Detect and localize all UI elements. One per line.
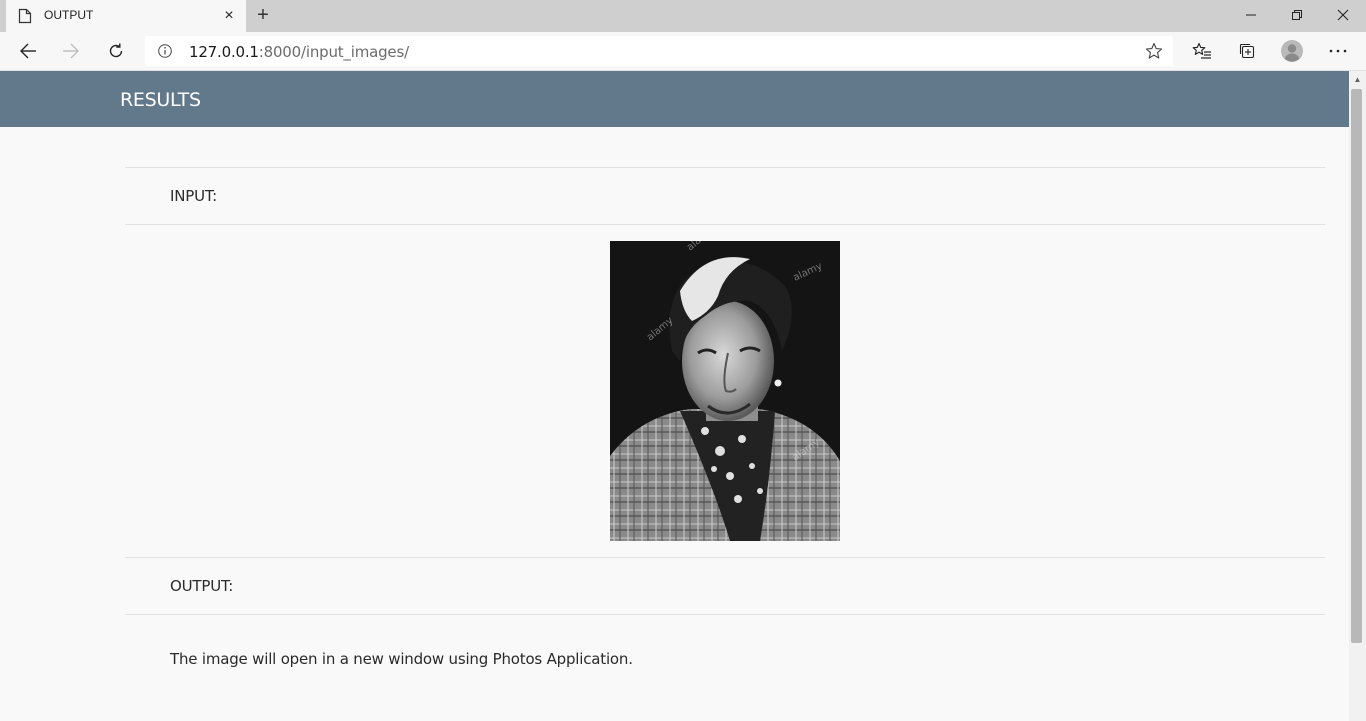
browser-toolbar: 127.0.0.1:8000/input_images/ (0, 32, 1366, 71)
output-label: OUTPUT: (170, 577, 234, 595)
scroll-up-icon[interactable]: ▲ (1353, 75, 1362, 84)
add-favorite-star-icon[interactable] (1145, 42, 1163, 60)
info-icon[interactable] (157, 43, 173, 59)
page-title: RESULTS (120, 89, 201, 111)
page-icon (18, 8, 32, 24)
refresh-icon[interactable] (101, 36, 131, 66)
more-options-icon[interactable] (1323, 36, 1353, 66)
divider (125, 224, 1325, 225)
profile-avatar-icon[interactable] (1277, 36, 1307, 66)
results-header: RESULTS (0, 71, 1349, 127)
input-label: INPUT: (170, 187, 218, 205)
close-tab-icon[interactable]: × (220, 7, 238, 25)
new-tab-icon[interactable]: + (252, 4, 274, 26)
browser-tab[interactable]: OUTPUT × (6, 0, 246, 32)
scrollbar-thumb[interactable] (1351, 89, 1362, 643)
tab-strip: OUTPUT × + (0, 0, 1366, 32)
output-message: The image will open in a new window usin… (170, 650, 633, 668)
tab-title: OUTPUT (44, 8, 94, 22)
forward-icon[interactable] (56, 36, 86, 66)
vertical-scrollbar[interactable]: ▲ (1349, 71, 1366, 721)
divider (125, 167, 1325, 168)
favorites-icon[interactable] (1187, 36, 1217, 66)
url-text[interactable]: 127.0.0.1:8000/input_images/ (189, 43, 409, 61)
url-host: 127.0.0.1 (189, 43, 259, 61)
minimize-icon[interactable] (1228, 0, 1274, 30)
page-viewport: RESULTS INPUT: alamy alamy alamy OUTPUT:… (0, 71, 1349, 721)
back-icon[interactable] (13, 36, 43, 66)
divider (125, 557, 1325, 558)
close-window-icon[interactable] (1320, 0, 1366, 30)
divider (125, 614, 1325, 615)
url-path: :8000/input_images/ (258, 43, 409, 61)
address-bar[interactable]: 127.0.0.1:8000/input_images/ (145, 36, 1173, 66)
collections-icon[interactable] (1232, 36, 1262, 66)
input-image: alamy alamy alamy alamy (610, 241, 840, 541)
restore-icon[interactable] (1274, 0, 1320, 30)
